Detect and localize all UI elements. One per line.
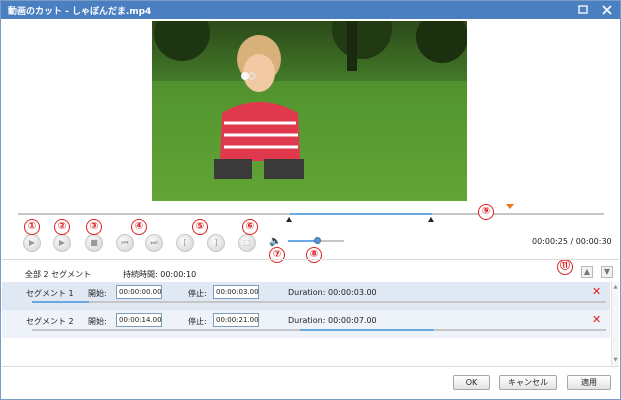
stop-button[interactable]: ■ [85, 234, 103, 252]
callout-3: ③ [86, 219, 102, 235]
start-label: 開始: [88, 317, 107, 326]
selection-start-marker[interactable] [286, 217, 292, 222]
set-start-icon: [ [183, 238, 187, 247]
delete-segment-icon[interactable]: ✕ [592, 285, 601, 298]
scroll-down-icon[interactable]: ▼ [612, 356, 619, 364]
maximize-icon[interactable] [576, 3, 590, 17]
window-title: 動画のカット - しゃぼんだま.mp4 [8, 7, 152, 17]
segment-range-fill [300, 329, 434, 331]
previous-frame-button[interactable]: ⏮ [116, 234, 134, 252]
callout-11: ⑪ [557, 259, 573, 275]
move-up-button[interactable]: ▲ [581, 266, 593, 278]
play-segment-button[interactable]: ▶ [53, 234, 71, 252]
move-down-icon: ▼ [603, 267, 611, 276]
start-time-field[interactable]: 00:00:14.00 [116, 313, 162, 327]
apply-button[interactable]: 適用 [567, 375, 611, 390]
timeline-selection [290, 213, 432, 215]
play-icon: ▶ [28, 238, 36, 247]
cancel-button[interactable]: キャンセル [499, 375, 557, 390]
move-up-icon: ▲ [583, 267, 591, 276]
stop-label: 停止: [188, 289, 207, 298]
callout-4: ④ [131, 219, 147, 235]
segment-duration: Duration: 00:00:07.00 [288, 316, 377, 325]
stop-time-field[interactable]: 00:00:03.00 [213, 285, 259, 299]
stop-time-field[interactable]: 00:00:21.00 [213, 313, 259, 327]
callout-1: ① [24, 219, 40, 235]
segment-name: セグメント 1 [26, 289, 74, 298]
title-bar: 動画のカット - しゃぼんだま.mp4 [1, 1, 620, 19]
stop-icon: ■ [90, 238, 98, 247]
segment-list-scrollbar[interactable]: ▲ ▼ [611, 282, 619, 366]
cut-icon: ⬚ [243, 238, 251, 247]
set-start-button[interactable]: [ [176, 234, 194, 252]
selection-end-marker[interactable] [428, 217, 434, 222]
volume-fill [288, 240, 316, 242]
close-icon[interactable] [600, 3, 614, 17]
segment-name: セグメント 2 [26, 317, 74, 326]
set-end-icon: ] [214, 238, 218, 247]
play-button[interactable]: ▶ [23, 234, 41, 252]
segment-row-2[interactable]: セグメント 2 開始: 00:00:14.00 停止: 00:00:21.00 … [2, 310, 610, 338]
callout-7: ⑦ [269, 247, 285, 263]
start-time-field[interactable]: 00:00:00.00 [116, 285, 162, 299]
video-preview [152, 21, 467, 201]
segment-row-1[interactable]: セグメント 1 開始: 00:00:00.00 停止: 00:00:03.00 … [2, 282, 610, 310]
time-display: 00:00:25 / 00:00:30 [532, 237, 612, 246]
set-end-button[interactable]: ] [207, 234, 225, 252]
play-segment-icon: ▶ [58, 238, 66, 247]
total-duration: 持続時間: 00:00:10 [123, 270, 197, 279]
segment-range-bar [32, 301, 606, 303]
timeline-track[interactable] [18, 213, 604, 215]
volume-slider-knob[interactable] [314, 237, 321, 244]
move-down-button[interactable]: ▼ [601, 266, 613, 278]
callout-9: ⑨ [478, 204, 494, 220]
segment-count: 全部 2 セグメント [25, 270, 92, 279]
delete-segment-icon[interactable]: ✕ [592, 313, 601, 326]
cut-button[interactable]: ⬚ [238, 234, 256, 252]
volume-icon[interactable]: 🔈 [269, 236, 281, 247]
divider [2, 366, 619, 367]
cut-video-window: 動画のカット - しゃぼんだま.mp4 ▶ ▶ ■ ⏮ ⏭ [] ⬚ 🔈 00… [0, 0, 621, 400]
scroll-up-icon[interactable]: ▲ [612, 283, 619, 291]
divider [2, 259, 619, 260]
callout-8: ⑧ [306, 247, 322, 263]
segment-range-fill [32, 301, 90, 303]
callout-5: ⑤ [192, 219, 208, 235]
callout-2: ② [54, 219, 70, 235]
stop-label: 停止: [188, 317, 207, 326]
segment-list: セグメント 1 開始: 00:00:00.00 停止: 00:00:03.00 … [2, 282, 610, 366]
playhead-marker[interactable] [506, 204, 514, 209]
ok-button[interactable]: OK [453, 375, 490, 390]
next-frame-button[interactable]: ⏭ [145, 234, 163, 252]
segment-range-bar [32, 329, 606, 331]
segment-duration: Duration: 00:00:03.00 [288, 288, 377, 297]
callout-6: ⑥ [242, 219, 258, 235]
next-frame-icon: ⏭ [150, 238, 158, 247]
previous-frame-icon: ⏮ [121, 238, 129, 247]
start-label: 開始: [88, 289, 107, 298]
